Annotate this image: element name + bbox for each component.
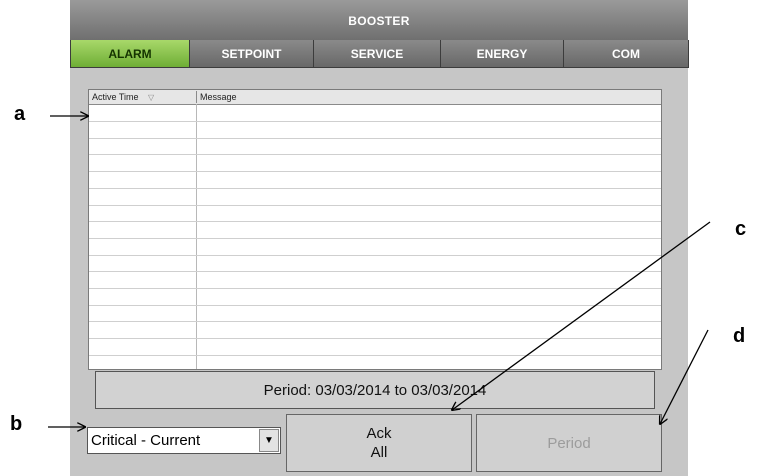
table-row [89,255,661,256]
chevron-down-icon[interactable]: ▼ [259,429,279,452]
ack-all-button[interactable]: Ack All [286,414,472,472]
alarm-filter-dropdown[interactable]: Critical - Current ▼ [87,427,281,454]
tab-com[interactable]: COM [563,40,689,68]
period-button[interactable]: Period [476,414,662,472]
period-range-display: Period: 03/03/2014 to 03/03/2014 [95,371,655,409]
table-row [89,171,661,172]
tab-alarm[interactable]: ALARM [70,40,190,68]
table-row [89,305,661,306]
period-button-label: Period [547,434,591,452]
table-row [89,338,661,339]
booster-panel: BOOSTER ALARM SETPOINT SERVICE ENERGY CO… [70,0,689,476]
ack-all-label-line1: Ack [366,425,392,442]
table-row [89,221,661,222]
table-row [89,138,661,139]
sort-down-icon[interactable]: ▽ [148,93,154,102]
table-row [89,238,661,239]
table-row [89,288,661,289]
annotation-d: d [733,325,746,347]
column-header-active-time[interactable]: Active Time ▽ [89,91,197,103]
column-label-active-time: Active Time [92,92,139,102]
period-range-text: Period: 03/03/2014 to 03/03/2014 [263,381,487,399]
table-row [89,271,661,272]
table-row [89,154,661,155]
annotation-b: b [10,413,23,435]
table-row [89,121,661,122]
table-row [89,321,661,322]
table-row [89,188,661,189]
title-bar: BOOSTER [70,0,688,41]
annotation-a: a [14,103,26,125]
alarm-table[interactable]: Active Time ▽ Message [88,89,662,370]
table-row [89,355,661,356]
alarm-filter-value: Critical - Current [91,432,201,449]
column-label-message: Message [200,92,237,102]
tab-service[interactable]: SERVICE [313,40,441,68]
ack-all-label-line2: All [370,444,388,461]
annotation-c: c [735,218,747,240]
column-header-message[interactable]: Message [197,91,660,103]
tab-energy[interactable]: ENERGY [440,40,564,68]
app-title: BOOSTER [348,14,410,28]
tab-bar: ALARM SETPOINT SERVICE ENERGY COM [70,40,689,69]
table-header: Active Time ▽ Message [89,90,661,105]
tab-setpoint[interactable]: SETPOINT [189,40,314,68]
table-row [89,205,661,206]
column-divider [196,104,197,369]
